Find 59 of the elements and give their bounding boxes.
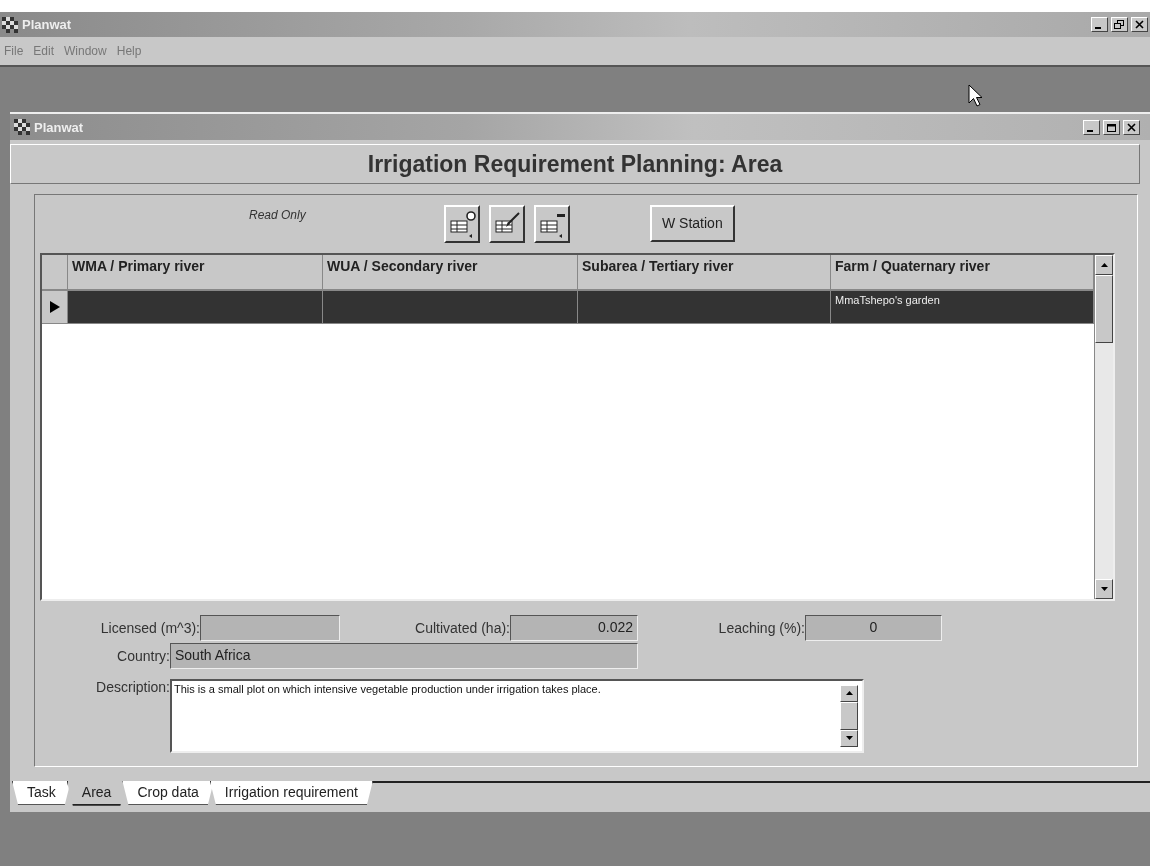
column-header[interactable]: Subarea / Tertiary river (578, 254, 831, 291)
field-label: Leaching (%): (717, 619, 805, 636)
country-field[interactable]: South Africa (170, 642, 638, 669)
tab[interactable]: Task (12, 780, 71, 805)
scroll-up-button[interactable] (1095, 254, 1113, 275)
table-remove-button[interactable] (534, 204, 570, 243)
description-field[interactable]: This is a small plot on which intensive vegetable production under irrigation takes place. (170, 678, 864, 753)
maximize-button[interactable] (1103, 119, 1120, 135)
description-text: This is a small plot on which intensive vegetable production under irrigation takes place. (173, 681, 602, 697)
column-header[interactable]: Farm / Quaternary river (831, 254, 1094, 291)
up-arrow-icon (1100, 262, 1108, 267)
minimize-button[interactable] (1083, 119, 1100, 135)
mouse-pointer-icon (968, 84, 984, 108)
column-header[interactable]: WUA / Secondary river (323, 254, 578, 291)
column-header[interactable]: WMA / Primary river (68, 254, 323, 291)
scroll-bar[interactable] (1094, 254, 1113, 599)
table-cell[interactable] (578, 290, 831, 324)
field-label: Description: (95, 678, 170, 695)
row-header[interactable] (42, 290, 68, 324)
minimize-icon (1087, 129, 1093, 132)
table-cell[interactable] (323, 290, 578, 324)
restore-button[interactable] (1111, 17, 1128, 32)
tab[interactable]: Crop data (122, 780, 214, 805)
minimize-icon (1095, 27, 1101, 29)
close-icon (1133, 19, 1146, 30)
w-station-button[interactable]: W Station (650, 204, 735, 242)
close-button[interactable] (1123, 119, 1140, 135)
close-icon (1125, 121, 1138, 133)
close-button[interactable] (1131, 17, 1148, 32)
up-arrow-icon (845, 691, 853, 696)
field-label: Cultivated (ha): (414, 619, 510, 636)
minimize-button[interactable] (1091, 17, 1108, 32)
table-edit-button[interactable] (489, 204, 525, 243)
tab[interactable]: Irrigation requirement (209, 780, 373, 805)
table-add-button[interactable] (444, 204, 480, 243)
window-title: Planwat (34, 119, 85, 135)
restore-icon (1113, 19, 1126, 30)
cultivated-field[interactable]: 0.022 (510, 614, 638, 641)
read-only-label: Read Only (249, 207, 307, 222)
scroll-thumb[interactable] (840, 701, 858, 730)
page-heading: Irrigation Requirement Planning: Area (10, 144, 1140, 184)
scroll-down-button[interactable] (1095, 578, 1113, 599)
table-cell[interactable] (68, 290, 323, 324)
licensed-field[interactable] (200, 614, 340, 641)
table-cell[interactable]: MmaTshepo's garden (831, 290, 1094, 324)
scroll-up-button[interactable] (840, 684, 858, 702)
down-arrow-icon (845, 736, 853, 741)
scroll-thumb[interactable] (1095, 274, 1113, 343)
down-arrow-icon (1100, 586, 1108, 591)
checkered-logo-icon (14, 119, 32, 136)
field-label: Country: (116, 647, 170, 664)
row-header-corner (42, 254, 68, 291)
field-label: Licensed (m^3): (99, 619, 200, 636)
maximize-icon (1105, 121, 1118, 133)
window-title: Planwat (22, 17, 73, 32)
row-pointer-icon (49, 300, 60, 313)
checkered-logo-icon (2, 16, 20, 33)
scroll-bar[interactable] (840, 684, 858, 747)
leaching-field[interactable]: 0 (805, 614, 942, 641)
